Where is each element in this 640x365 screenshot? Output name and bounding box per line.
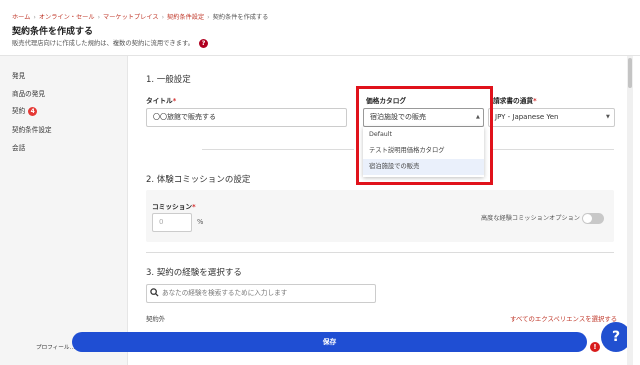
catalog-option-test[interactable]: テスト説明用価格カタログ [363, 143, 484, 159]
chevron-down-icon: ▼ [606, 114, 610, 120]
select-all-experiences-link[interactable]: すべてのエクスペリエンスを選択する [510, 314, 617, 323]
title-input[interactable]: 〇〇旅館で販売する [146, 108, 347, 127]
contracts-count-badge: 4 [28, 106, 38, 116]
breadcrumb-separator: › [207, 14, 210, 21]
catalog-option-accommodation[interactable]: 宿泊施設での販売 [363, 159, 484, 175]
page-header: ホーム › オンライン・セール › マーケットプレイス › 契約条件設定 › 契約条件を作成する… [0, 0, 640, 56]
required-mark: * [533, 97, 537, 105]
scrollbar[interactable] [627, 56, 633, 365]
title-label-text: タイトル [146, 97, 173, 105]
toggle-knob [583, 214, 592, 223]
search-icon [150, 288, 159, 299]
catalog-option-default[interactable]: Default [363, 127, 484, 143]
page-description-text: 販売代理店向けに作成した規約は、複数の契約に流用できます。 [12, 40, 194, 47]
sidebar-item-product-discover[interactable]: 商品の発見 [12, 88, 45, 98]
commission-input[interactable]: 0 [152, 213, 192, 232]
sidebar-item-label: 会話 [12, 144, 26, 152]
sidebar-item-label: 契約条件設定 [12, 126, 52, 134]
divider [493, 149, 614, 150]
profile-link[interactable]: プロフィール… [36, 343, 75, 351]
sidebar-item-contract-settings[interactable]: 契約条件設定 [12, 124, 52, 134]
title-field-label: タイトル* [146, 95, 176, 105]
help-icon[interactable]: ? [198, 38, 208, 48]
excluded-label: 契約外 [146, 315, 166, 323]
sidebar: 発見 商品の発見 契約 4 契約条件設定 会話 [0, 56, 128, 365]
commission-label-text: コミッション [152, 203, 193, 211]
required-mark: * [192, 203, 196, 211]
required-mark: * [172, 97, 177, 105]
sidebar-item-label: 契約 [12, 107, 26, 115]
breadcrumb-contract-settings[interactable]: 契約条件設定 [167, 14, 204, 21]
sidebar-item-discover[interactable]: 発見 [12, 70, 25, 80]
breadcrumb-home[interactable]: ホーム [12, 14, 30, 21]
page-title: 契約条件を作成する [12, 27, 94, 37]
breadcrumb-separator: › [33, 14, 36, 21]
breadcrumb-online-sale[interactable]: オンライン・セール [39, 14, 95, 21]
divider [146, 252, 614, 253]
commission-field-label: コミッション* [152, 201, 196, 211]
sidebar-item-label: 発見 [12, 72, 26, 80]
scrollbar-thumb[interactable] [628, 58, 632, 88]
section-general-title: 1. 一般設定 [146, 75, 191, 85]
page-description: 販売代理店向けに作成した規約は、複数の契約に流用できます。? [12, 38, 208, 48]
breadcrumb: ホーム › オンライン・セール › マーケットプレイス › 契約条件設定 › 契約条件を作成する [12, 12, 268, 21]
breadcrumb-separator: › [97, 14, 101, 21]
warning-icon[interactable]: ! [590, 342, 600, 352]
advanced-commission-toggle[interactable] [582, 213, 604, 224]
section-commission-title: 2. 体験コミッションの設定 [146, 175, 251, 185]
breadcrumb-current: 契約条件を作成する [212, 14, 269, 21]
breadcrumb-separator: › [161, 14, 165, 21]
price-catalog-dropdown: Default テスト説明用価格カタログ 宿泊施設での販売 [363, 127, 484, 177]
divider [202, 149, 354, 150]
experience-search-input[interactable]: あなたの経験を検索するために入力します [146, 284, 376, 303]
sidebar-item-contracts[interactable]: 契約 4 [12, 105, 38, 116]
chevron-up-icon: ▲ [476, 114, 480, 120]
currency-field-label: 請求書の通貨* [493, 95, 537, 105]
section-experiences-title: 3. 契約の経験を選択する [146, 268, 242, 278]
catalog-label-text: 価格カタログ [366, 97, 407, 105]
currency-select[interactable]: JPY - Japanese Yen [488, 108, 615, 127]
price-catalog-select[interactable]: 宿泊施設での販売 [363, 108, 484, 127]
breadcrumb-marketplace[interactable]: マーケットプレイス [103, 14, 159, 21]
currency-label-text: 請求書の通貨 [493, 97, 534, 105]
save-button[interactable]: 保存 [72, 332, 587, 352]
catalog-field-label: 価格カタログ [366, 95, 406, 105]
sidebar-item-label: 商品の発見 [12, 90, 45, 98]
advanced-commission-label: 高度な経験コミッションオプション [481, 215, 580, 222]
percent-unit: % [197, 218, 204, 226]
sidebar-item-conversations[interactable]: 会話 [12, 142, 25, 152]
